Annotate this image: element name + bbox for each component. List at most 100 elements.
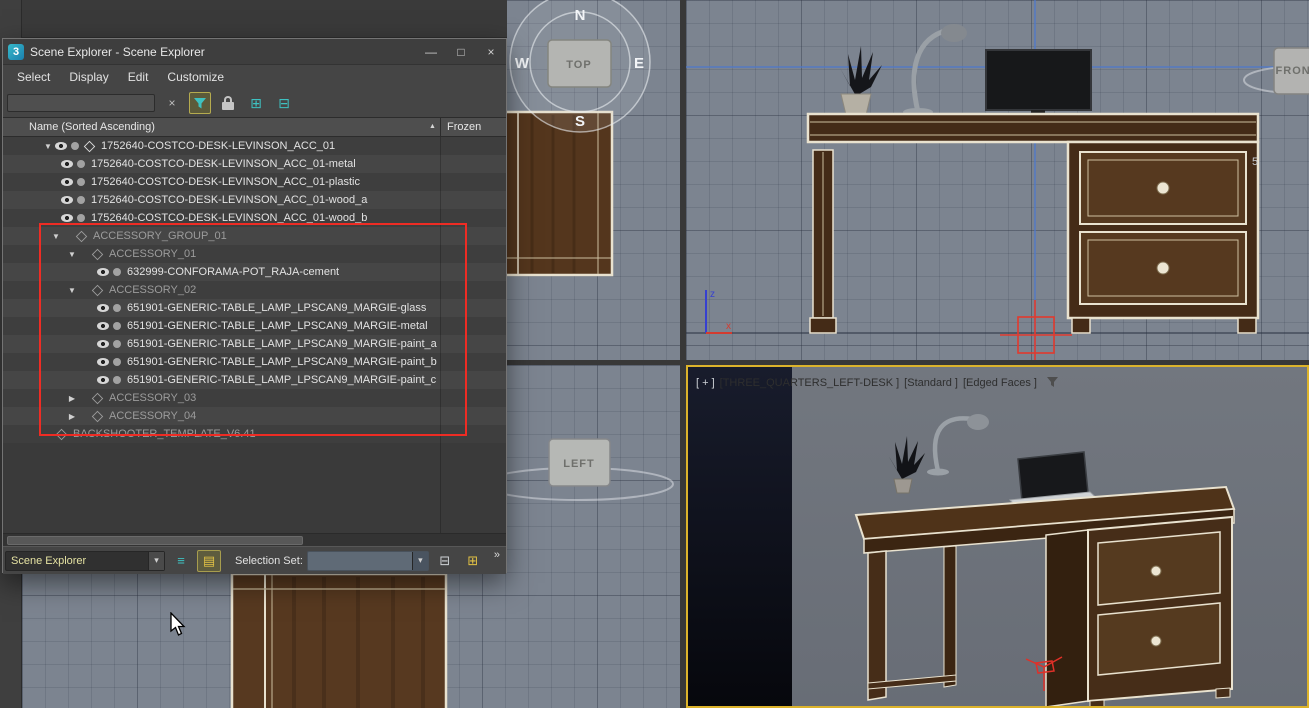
visibility-eye-icon[interactable] [61, 178, 73, 186]
desk-front-view[interactable] [806, 112, 1260, 334]
menu-select[interactable]: Select [17, 70, 50, 84]
monitor-front[interactable] [985, 49, 1092, 119]
search-input[interactable] [7, 94, 155, 112]
edit-selection-set-button[interactable]: ⊟ [433, 550, 457, 572]
chevron-down-icon[interactable]: ▾ [411, 551, 428, 570]
highlight-annotation [39, 223, 467, 436]
layer-explorer-button[interactable]: ≡ [169, 550, 193, 572]
scrollbar-thumb[interactable] [7, 536, 303, 545]
explorer-name-combo[interactable]: Scene Explorer ▾ [5, 550, 165, 571]
explorer-name-value: Scene Explorer [11, 554, 87, 567]
display-children-button[interactable]: ⊞ [245, 92, 267, 114]
column-name-header[interactable]: Name (Sorted Ascending) [29, 121, 155, 133]
pin-explorer-button[interactable]: ▤ [197, 549, 221, 572]
node-label[interactable]: 1752640-COSTCO-DESK-LEVINSON_ACC_01 [101, 140, 335, 152]
selection-set-combo[interactable]: ▾ [306, 550, 429, 571]
tree-row[interactable]: 1752640-COSTCO-DESK-LEVINSON_ACC_01-meta… [3, 155, 506, 173]
world-axis-tripod: x z [705, 289, 732, 334]
axis-x-label: x [726, 321, 731, 332]
backdrop-panel [688, 367, 792, 706]
viewcube-compass[interactable]: N W E S TOP [509, 0, 651, 133]
clear-search-button[interactable]: × [161, 92, 183, 114]
edit-set-icon: ⊟ [439, 552, 451, 568]
menu-bar: Select Display Edit Customize [3, 65, 506, 89]
render-dot-icon[interactable] [77, 178, 85, 186]
minimize-button[interactable]: — [416, 39, 446, 65]
row-indent [3, 200, 61, 201]
desk-top-view-partial[interactable] [503, 110, 614, 277]
desk-side-view-partial[interactable] [230, 572, 448, 708]
maximize-button[interactable]: □ [446, 39, 476, 65]
app-toolbar-area [0, 0, 507, 38]
tree-row[interactable]: 1752640-COSTCO-DESK-LEVINSON_ACC_01-plas… [3, 173, 506, 191]
visibility-eye-icon[interactable] [55, 142, 67, 150]
tree-row[interactable]: 1752640-COSTCO-DESK-LEVINSON_ACC_01-wood… [3, 191, 506, 209]
node-label[interactable]: 1752640-COSTCO-DESK-LEVINSON_ACC_01-plas… [91, 176, 360, 188]
close-button[interactable]: × [476, 39, 506, 65]
toolbar-overflow-chevron[interactable]: » [494, 549, 500, 561]
selection-gizmo[interactable] [1000, 300, 1072, 360]
horizontal-scrollbar[interactable] [3, 533, 506, 547]
window-title: Scene Explorer - Scene Explorer [30, 44, 205, 59]
table-lamp-perspective[interactable] [927, 414, 989, 476]
render-dot-icon[interactable] [77, 160, 85, 168]
scene-explorer-window[interactable]: 3 Scene Explorer - Scene Explorer — □ × … [2, 38, 507, 574]
viewcube-top-label: TOP [566, 59, 591, 71]
grid-coordinate-label: 5 [1252, 156, 1258, 168]
column-divider[interactable] [440, 118, 441, 136]
desk-perspective[interactable] [854, 485, 1236, 708]
compass-north-label: N [575, 7, 586, 24]
display-dependents-button[interactable]: ⊟ [273, 92, 295, 114]
render-dot-icon[interactable] [77, 214, 85, 222]
title-bar[interactable]: 3 Scene Explorer - Scene Explorer — □ × [3, 39, 506, 65]
lock-icon [222, 96, 234, 110]
column-header: Name (Sorted Ascending) ▲ Frozen [3, 117, 506, 137]
bottom-bar: Scene Explorer ▾ ≡ ▤ Selection Set: ▾ ⊟ … [3, 547, 506, 574]
expand-arrow-icon[interactable]: ▼ [41, 142, 55, 151]
tree-row[interactable]: ▼ 1752640-COSTCO-DESK-LEVINSON_ACC_01 [3, 137, 506, 155]
render-dot-icon[interactable] [77, 196, 85, 204]
add-selection-set-button[interactable]: ⊞ [461, 550, 485, 572]
plant-perspective[interactable] [888, 436, 925, 494]
row-indent [3, 146, 41, 147]
render-dot-icon[interactable] [71, 142, 79, 150]
viewport-perspective[interactable]: [ + ] [THREE_QUARTERS_LEFT-DESK ] [Standar… [686, 365, 1309, 708]
viewcube-front[interactable]: FRONT [1243, 47, 1309, 95]
plant-front[interactable] [840, 46, 882, 116]
menu-edit[interactable]: Edit [128, 70, 149, 84]
filter-button[interactable] [189, 92, 211, 114]
object-type-icon [83, 140, 96, 152]
viewport-front-view[interactable]: x z 5 FRONT [686, 0, 1309, 360]
column-frozen-header[interactable]: Frozen [447, 121, 481, 133]
visibility-eye-icon[interactable] [61, 196, 73, 204]
viewcube-front-label: FRONT [1276, 65, 1309, 77]
row-indent [3, 164, 61, 165]
viewport-name-menu[interactable]: [THREE_QUARTERS_LEFT-DESK ] [720, 377, 900, 389]
explorer-toolbar: × ⊞ ⊟ [3, 89, 506, 117]
selection-set-label: Selection Set: [235, 554, 303, 567]
funnel-icon [194, 97, 206, 108]
compass-west-label: W [515, 55, 530, 72]
lock-button[interactable] [217, 92, 239, 114]
mouse-cursor [170, 611, 188, 643]
table-lamp-front[interactable] [903, 24, 967, 116]
visibility-eye-icon[interactable] [61, 214, 73, 222]
row-indent [3, 218, 61, 219]
sort-ascending-icon[interactable]: ▲ [429, 123, 436, 130]
menu-customize[interactable]: Customize [167, 70, 224, 84]
viewcube-left[interactable]: LEFT [482, 438, 674, 501]
tree-list[interactable]: ▼ 1752640-COSTCO-DESK-LEVINSON_ACC_01 17… [3, 137, 506, 533]
viewport-filter-icon[interactable] [1046, 376, 1059, 391]
viewport-renderer-menu[interactable]: [Standard ] [904, 377, 958, 389]
viewport-shading-menu[interactable]: [Edged Faces ] [963, 377, 1037, 389]
layers-icon: ≡ [177, 553, 185, 568]
menu-display[interactable]: Display [69, 70, 108, 84]
3dsmax-app: N W E S TOP LEFT x z 5 FRON [+] [THREE… [0, 0, 1309, 708]
compass-south-label: S [575, 113, 585, 130]
compass-east-label: E [634, 55, 644, 72]
node-label[interactable]: 1752640-COSTCO-DESK-LEVINSON_ACC_01-meta… [91, 158, 356, 170]
chevron-down-icon[interactable]: ▾ [148, 551, 164, 570]
visibility-eye-icon[interactable] [61, 160, 73, 168]
viewport-plus-menu[interactable]: [ + ] [696, 377, 715, 389]
node-label[interactable]: 1752640-COSTCO-DESK-LEVINSON_ACC_01-wood… [91, 194, 367, 206]
